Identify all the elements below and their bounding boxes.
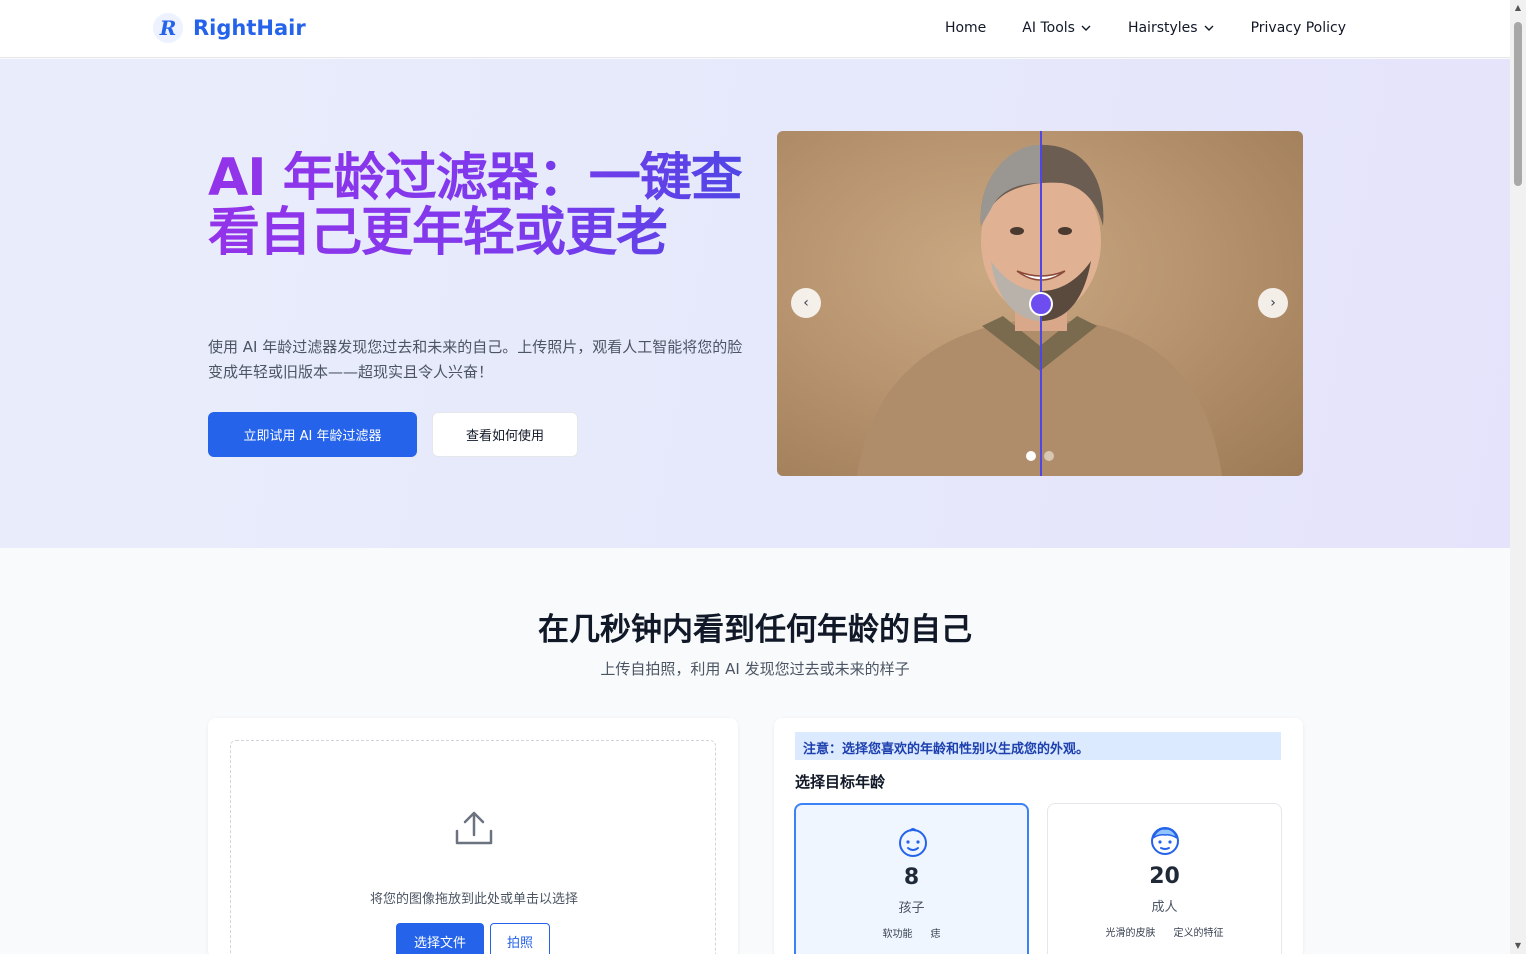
age-tag: 痣: [930, 929, 941, 940]
upload-card: 将您的图像拖放到此处或单击以选择 选择文件 拍照: [208, 718, 738, 954]
top-navbar: R RightHair Home AI Tools Hairstyles Pri…: [0, 0, 1510, 58]
section-subtitle: 上传自拍照，利用 AI 发现您过去或未来的样子: [600, 660, 910, 678]
age-option-adult[interactable]: 20 成人 光滑的皮肤 定义的特征: [1047, 803, 1282, 954]
nav-link-ai-tools[interactable]: AI Tools: [1022, 20, 1092, 36]
nav-links: Home AI Tools Hairstyles Privacy Policy: [945, 20, 1346, 36]
hero-section: AI 年龄过滤器：一键查看自己更年轻或更老 使用 AI 年龄过滤器发现您过去和未…: [0, 59, 1510, 548]
age-tags: 光滑的皮肤 定义的特征: [1048, 924, 1281, 939]
scroll-down-arrow-icon[interactable]: ▼: [1513, 941, 1523, 951]
try-age-filter-button[interactable]: 立即试用 AI 年龄过滤器: [208, 412, 417, 457]
chevron-right-icon: ›: [1270, 295, 1276, 311]
image-dropzone[interactable]: 将您的图像拖放到此处或单击以选择 选择文件 拍照: [230, 740, 716, 954]
dropzone-instructions: 将您的图像拖放到此处或单击以选择: [369, 892, 578, 907]
slider-dots: [1026, 451, 1054, 461]
brand-logo[interactable]: R RightHair: [153, 13, 306, 43]
slider-dot-1[interactable]: [1026, 451, 1036, 461]
page-scrollbar[interactable]: ▲ ▼: [1510, 0, 1526, 954]
nav-link-label: Privacy Policy: [1250, 20, 1346, 36]
logo-mark-icon: R: [153, 13, 183, 43]
nav-link-hairstyles[interactable]: Hairstyles: [1128, 20, 1215, 36]
baby-face-icon: [899, 828, 927, 857]
age-category: 成人: [1151, 900, 1178, 915]
hero-description: 使用 AI 年龄过滤器发现您过去和未来的自己。上传照片，观看人工智能将您的脸变成…: [208, 338, 743, 381]
adult-face-icon: [1151, 827, 1179, 855]
age-value: 20: [1149, 864, 1180, 889]
take-photo-button[interactable]: 拍照: [490, 923, 550, 954]
age-tag: 定义的特征: [1173, 928, 1224, 939]
chevron-down-icon: [1081, 25, 1091, 31]
compare-divider-handle[interactable]: [1029, 292, 1053, 316]
upload-icon: [455, 811, 493, 845]
age-tag: 软功能: [882, 929, 913, 940]
nav-link-label: Hairstyles: [1127, 20, 1198, 36]
age-tags: 软功能 痣: [796, 925, 1027, 940]
age-selection-card: 注意：选择您喜欢的年龄和性别以生成您的外观。 选择目标年龄 8 孩子 软功能 痣…: [774, 718, 1303, 954]
nav-link-privacy-policy[interactable]: Privacy Policy: [1251, 20, 1346, 36]
chevron-down-icon: [1204, 25, 1214, 31]
choose-file-button[interactable]: 选择文件: [396, 923, 484, 954]
brand-name: RightHair: [193, 16, 306, 40]
hero-title: AI 年龄过滤器：一键查看自己更年轻或更老: [208, 151, 748, 261]
age-value: 8: [903, 865, 920, 890]
nav-link-home[interactable]: Home: [945, 20, 986, 36]
slider-prev-button[interactable]: ‹: [791, 288, 821, 318]
before-after-slider[interactable]: ‹ ›: [777, 131, 1303, 476]
scroll-up-arrow-icon[interactable]: ▲: [1513, 3, 1523, 13]
chevron-left-icon: ‹: [803, 295, 809, 311]
age-tag: 光滑的皮肤: [1105, 928, 1156, 939]
nav-link-label: Home: [944, 20, 987, 36]
section-title: 在几秒钟内看到任何年龄的自己: [538, 612, 972, 648]
scrollbar-thumb[interactable]: [1514, 22, 1522, 186]
nav-link-label: AI Tools: [1022, 20, 1075, 36]
slider-dot-2[interactable]: [1044, 451, 1054, 461]
age-option-child[interactable]: 8 孩子 软功能 痣: [794, 803, 1029, 954]
how-to-use-button[interactable]: 查看如何使用: [432, 412, 578, 457]
target-age-label: 选择目标年龄: [795, 773, 886, 791]
age-category: 孩子: [898, 901, 925, 916]
slider-next-button[interactable]: ›: [1258, 288, 1288, 318]
notice-banner: 注意：选择您喜欢的年龄和性别以生成您的外观。: [795, 732, 1281, 760]
